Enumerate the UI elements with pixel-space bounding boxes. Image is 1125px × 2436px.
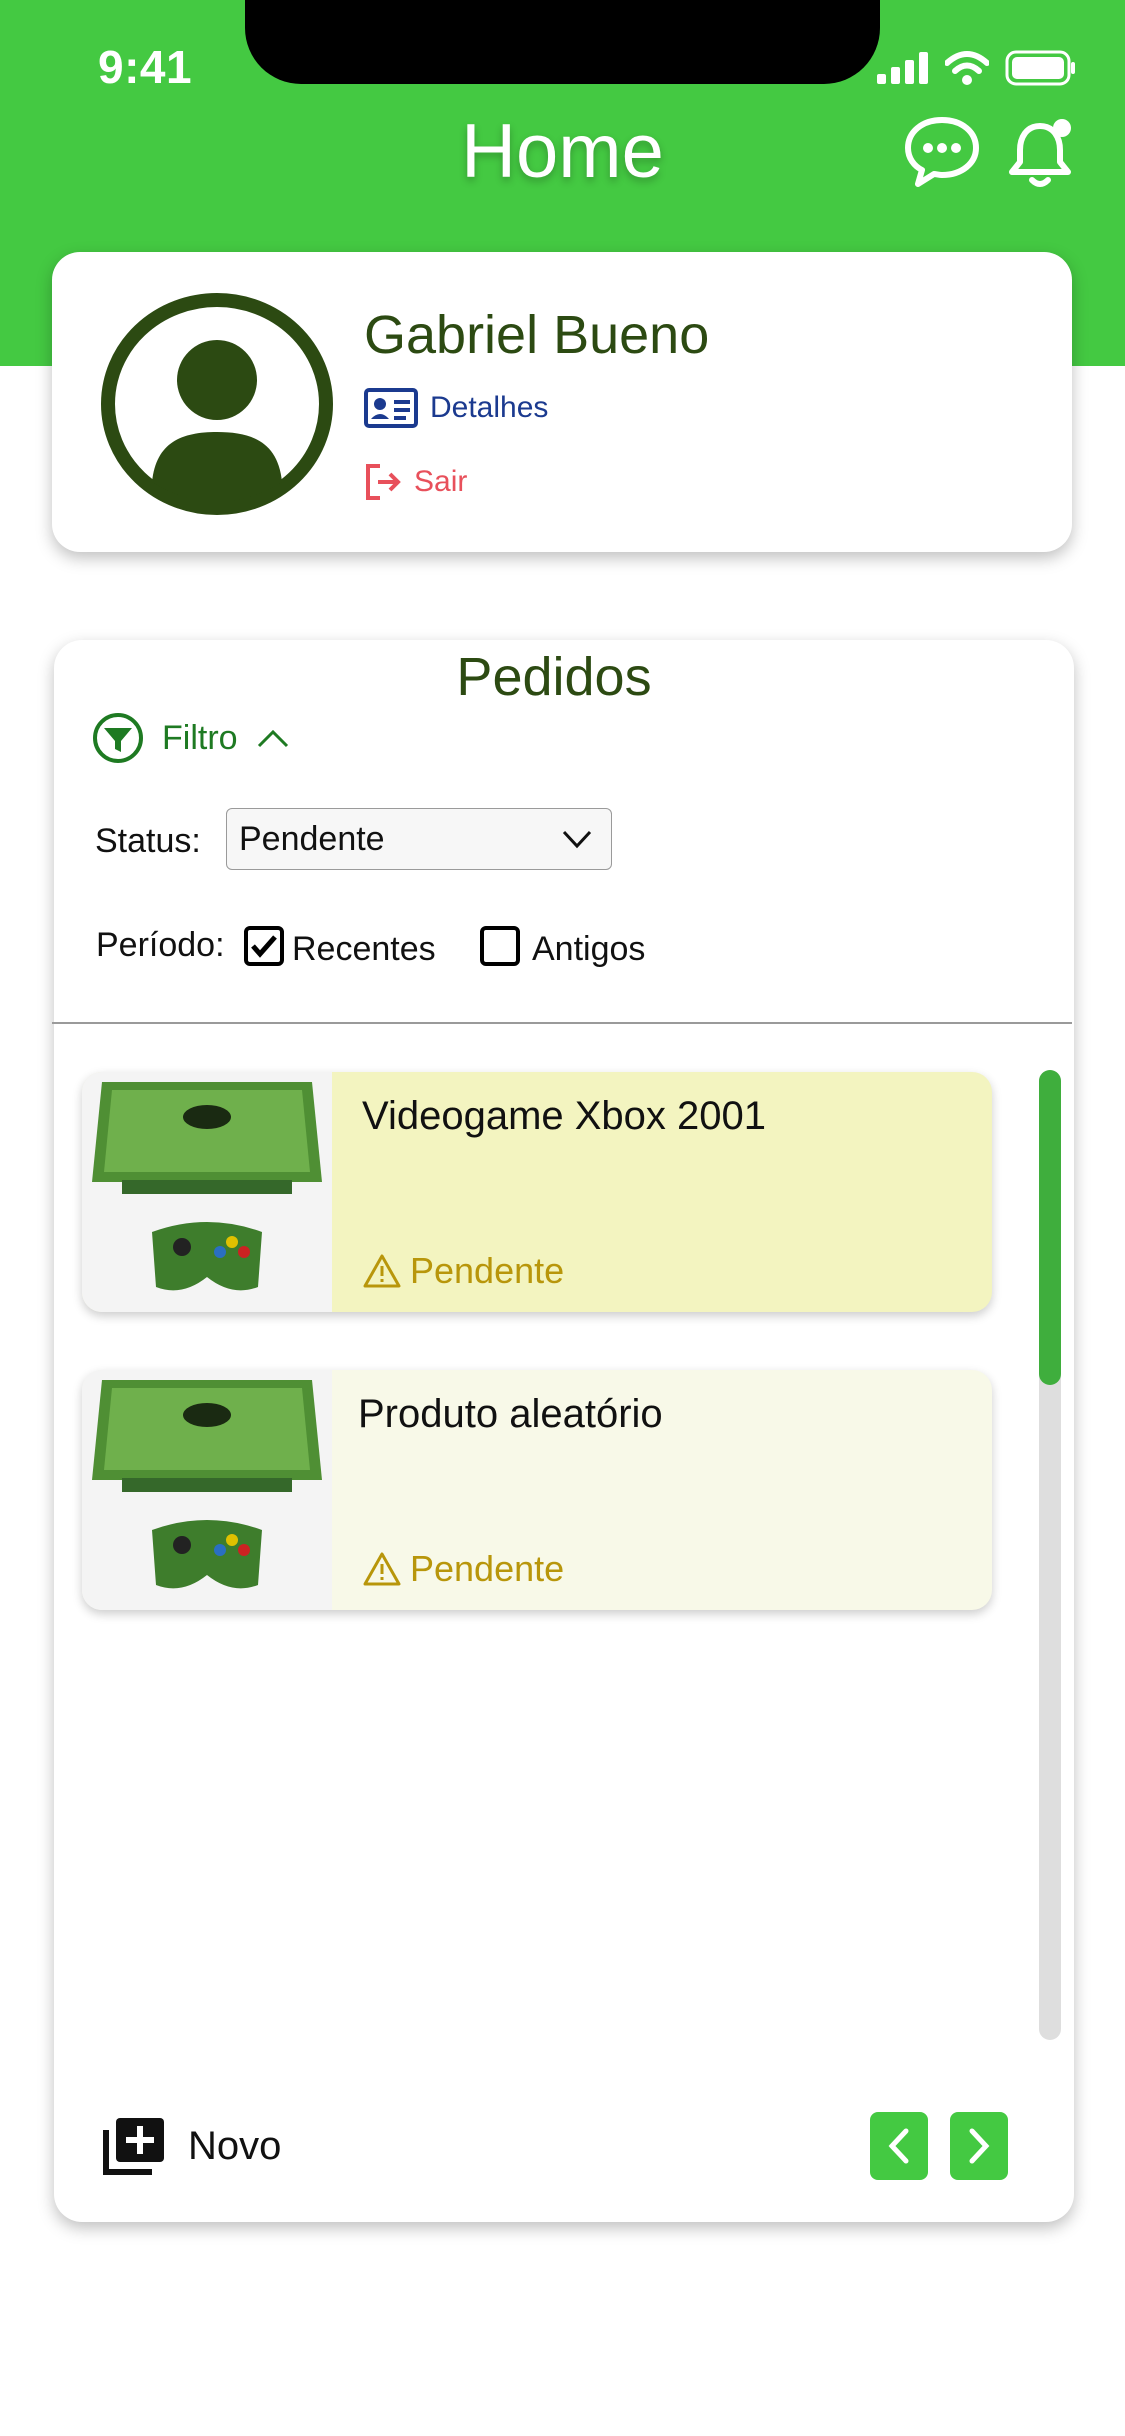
status-time: 9:41	[98, 41, 193, 93]
wifi-icon	[945, 51, 989, 85]
item-status: Pendente	[362, 1250, 564, 1292]
chevron-up-icon	[257, 729, 288, 748]
warning-icon	[363, 1254, 401, 1288]
add-library-icon	[103, 2118, 164, 2175]
status-select-value: Pendente	[239, 819, 385, 858]
avatar	[101, 293, 333, 515]
user-name: Gabriel Bueno	[364, 305, 710, 365]
previous-page-button[interactable]	[870, 2112, 928, 2180]
checkmark-icon	[251, 935, 277, 958]
signal-icon	[877, 52, 928, 84]
status-label: Status:	[95, 822, 201, 860]
new-order-label: Novo	[188, 2123, 282, 2168]
chevron-down-icon	[562, 830, 592, 849]
status-select[interactable]: Pendente	[226, 808, 612, 870]
chevron-right-icon	[969, 2128, 990, 2164]
warning-icon	[363, 1552, 401, 1586]
orders-title: Pedidos	[456, 647, 652, 707]
checkbox-recentes[interactable]	[244, 926, 284, 966]
product-image	[82, 1072, 332, 1312]
chat-bubble-icon[interactable]	[902, 112, 982, 192]
notification-bell-icon[interactable]	[1000, 112, 1080, 192]
device-notch	[245, 0, 880, 84]
checkbox-antigos[interactable]	[480, 926, 520, 966]
divider	[52, 1022, 1072, 1024]
checkbox-recentes-label: Recentes	[292, 930, 436, 968]
item-status-label: Pendente	[410, 1250, 565, 1291]
logout-icon	[366, 464, 401, 500]
new-order-button[interactable]: Novo	[102, 2116, 281, 2176]
order-item[interactable]: Videogame Xbox 2001 Pendente	[82, 1072, 992, 1312]
chevron-left-icon	[888, 2128, 909, 2164]
details-label: Detalhes	[430, 391, 549, 424]
profile-card: Gabriel Bueno Detalhes Sair	[52, 252, 1072, 552]
filter-icon	[93, 713, 143, 763]
item-title: Produto aleatório	[358, 1392, 663, 1436]
item-status: Pendente	[362, 1548, 564, 1590]
scrollbar-thumb[interactable]	[1039, 1070, 1061, 1385]
details-link[interactable]: Detalhes	[364, 388, 548, 428]
next-page-button[interactable]	[950, 2112, 1008, 2180]
battery-icon	[1005, 50, 1075, 86]
id-card-icon	[364, 388, 418, 428]
product-image	[82, 1370, 332, 1610]
period-label: Período:	[96, 926, 225, 964]
logout-link[interactable]: Sair	[364, 462, 467, 502]
filter-label: Filtro	[162, 718, 238, 757]
logout-label: Sair	[414, 465, 468, 498]
item-title: Videogame Xbox 2001	[362, 1094, 767, 1138]
item-status-label: Pendente	[410, 1548, 565, 1589]
filter-toggle[interactable]: Filtro	[92, 712, 290, 764]
order-item[interactable]: Produto aleatório Pendente	[82, 1370, 992, 1610]
checkbox-antigos-label: Antigos	[532, 930, 646, 968]
status-icons	[877, 48, 1077, 88]
